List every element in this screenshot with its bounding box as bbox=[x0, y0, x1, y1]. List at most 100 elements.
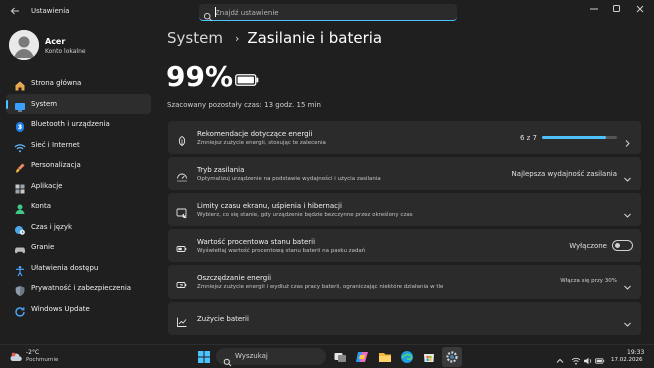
cloudy-weather-icon[interactable] bbox=[9, 349, 23, 363]
home-icon bbox=[14, 77, 26, 91]
sidebar-item-label: Granie bbox=[31, 243, 55, 251]
chevron-down-icon[interactable] bbox=[623, 169, 632, 182]
sidebar-item-label: Bluetooth i urządzenia bbox=[31, 120, 110, 128]
battery-percentage-card: Wartość procentowa stanu baterii Wyświet… bbox=[168, 229, 641, 262]
shield-icon bbox=[14, 282, 26, 296]
sidebar-item-personalization[interactable]: Personalizacja bbox=[6, 155, 151, 176]
card-subtitle: Wyświetlaj wartość procentową stanu bate… bbox=[197, 248, 366, 254]
edge-icon[interactable] bbox=[399, 349, 415, 365]
sidebar-item-label: Strona główna bbox=[31, 79, 82, 87]
app-title: Ustawienia bbox=[31, 7, 70, 15]
breadcrumb-parent[interactable]: System bbox=[167, 29, 223, 47]
minimize-icon[interactable] bbox=[583, 2, 605, 16]
sidebar-item-accounts[interactable]: Konta bbox=[6, 196, 151, 217]
sidebar-item-privacy[interactable]: Prywatność i zabezpieczenia bbox=[6, 278, 151, 299]
chart-icon bbox=[176, 313, 188, 327]
sidebar-item-label: Czas i język bbox=[31, 222, 73, 231]
recommendations-count: 6 z 7 bbox=[519, 134, 537, 142]
recommendations-progress-bar bbox=[542, 136, 617, 139]
sidebar-item-label: Windows Update bbox=[31, 304, 90, 313]
card-subtitle: Zmniejsz zużycie energii i wydłuż czas p… bbox=[197, 284, 444, 290]
battery-tray-icon[interactable] bbox=[595, 351, 605, 364]
apps-icon bbox=[14, 180, 26, 193]
search-icon bbox=[203, 7, 213, 22]
sidebar-item-bluetooth[interactable]: Bluetooth i urządzenia bbox=[6, 114, 151, 135]
clock-date[interactable]: 17.02.2026 bbox=[611, 357, 643, 363]
card-subtitle: Zmniejsz zużycie energii, stosując te za… bbox=[197, 140, 326, 146]
taskbar: -2°C Pochmurnie Wyszukaj 19:33 17.02.202… bbox=[0, 344, 654, 368]
file-explorer-icon[interactable] bbox=[377, 349, 393, 365]
battery-icon bbox=[235, 71, 259, 86]
search-input[interactable] bbox=[215, 6, 445, 19]
profile-subtitle: Konto lokalne bbox=[45, 48, 86, 55]
power-mode-card[interactable]: Tryb zasilania Optymalizuj urządzenie na… bbox=[168, 157, 641, 190]
power-settings-list: Rekomendacje dotyczące energii Zmniejsz … bbox=[168, 121, 641, 338]
sidebar-item-label: Aplikacje bbox=[31, 181, 63, 190]
copilot-icon[interactable] bbox=[354, 349, 370, 365]
sidebar-item-apps[interactable]: Aplikacje bbox=[6, 176, 151, 197]
update-icon bbox=[14, 303, 26, 317]
wifi-icon[interactable] bbox=[571, 351, 581, 365]
battery-time-estimate: Szacowany pozostały czas: 13 godz. 15 mi… bbox=[167, 101, 321, 109]
sidebar-item-gaming[interactable]: Granie bbox=[6, 237, 151, 258]
person-icon bbox=[14, 200, 26, 214]
chevron-down-icon[interactable] bbox=[623, 277, 632, 290]
battery-usage-card[interactable]: Zużycie baterii bbox=[168, 302, 641, 335]
settings-icon[interactable] bbox=[444, 349, 460, 365]
weather-description: Pochmurnie bbox=[26, 357, 59, 363]
battery-percentage-toggle[interactable] bbox=[612, 240, 633, 251]
windows-start-icon[interactable] bbox=[196, 349, 212, 365]
progress-fill bbox=[542, 136, 607, 139]
sidebar-item-home[interactable]: Strona główna bbox=[6, 73, 151, 94]
brush-icon bbox=[14, 159, 26, 173]
energy-recommendations-card[interactable]: Rekomendacje dotyczące energii Zmniejsz … bbox=[168, 121, 641, 154]
taskbar-search[interactable]: Wyszukaj bbox=[216, 348, 326, 367]
toggle-state-label: Wyłączone bbox=[569, 242, 607, 250]
power-mode-dropdown[interactable]: Najlepsza wydajność zasilania bbox=[512, 170, 617, 178]
maximize-icon[interactable] bbox=[606, 2, 628, 16]
breadcrumb-separator: › bbox=[234, 31, 240, 45]
clock-time[interactable]: 19:33 bbox=[627, 349, 644, 356]
task-view-icon[interactable] bbox=[332, 349, 348, 365]
store-icon[interactable] bbox=[421, 349, 437, 365]
card-title: Zużycie baterii bbox=[197, 315, 249, 323]
energy-saver-status: Włącza się przy 30% bbox=[560, 278, 617, 284]
close-icon[interactable] bbox=[629, 2, 651, 16]
sidebar-item-network[interactable]: Sieć i Internet bbox=[6, 135, 151, 156]
energy-saver-card[interactable]: Oszczędzanie energii Zmniejsz zużycie en… bbox=[168, 265, 641, 299]
card-title: Wartość procentowa stanu baterii bbox=[197, 238, 316, 246]
sidebar-item-label: Prywatność i zabezpieczenia bbox=[31, 284, 132, 292]
system-icon bbox=[14, 98, 26, 111]
sidebar-item-windows-update[interactable]: Windows Update bbox=[6, 299, 151, 320]
energy-saver-icon bbox=[176, 276, 188, 288]
sidebar-item-system[interactable]: System bbox=[6, 93, 151, 114]
battery-percentage: 99% bbox=[166, 60, 234, 93]
chevron-down-icon[interactable] bbox=[623, 314, 632, 327]
sidebar-item-label: Konta bbox=[31, 202, 51, 210]
screen-sleep-icon bbox=[176, 204, 188, 219]
card-title: Rekomendacje dotyczące energii bbox=[197, 130, 313, 138]
search-box[interactable] bbox=[199, 4, 457, 22]
chevron-down-icon[interactable] bbox=[623, 205, 632, 218]
power-mode-icon bbox=[176, 168, 188, 182]
chevron-right-icon bbox=[623, 133, 632, 147]
toggle-knob bbox=[615, 243, 620, 248]
avatar bbox=[9, 30, 39, 60]
sidebar-nav: Strona główna System Bluetooth i urządze… bbox=[6, 73, 151, 319]
weather-temperature: -2°C bbox=[26, 349, 40, 356]
chevron-up-icon[interactable] bbox=[555, 351, 565, 363]
bluetooth-icon bbox=[14, 118, 26, 132]
title-bar: Ustawienia bbox=[0, 0, 654, 24]
back-arrow-icon[interactable] bbox=[9, 5, 21, 17]
search-icon bbox=[223, 352, 232, 367]
screen-sleep-hibernate-card[interactable]: Limity czasu ekranu, uśpienia i hibernac… bbox=[168, 193, 641, 226]
speaker-icon[interactable] bbox=[583, 351, 593, 365]
card-title: Limity czasu ekranu, uśpienia i hibernac… bbox=[197, 202, 342, 210]
sidebar-item-time-language[interactable]: Czas i język bbox=[6, 217, 151, 238]
person-icon bbox=[9, 30, 39, 60]
profile-name: Acer bbox=[45, 37, 66, 46]
battery-percent-icon bbox=[176, 240, 188, 252]
sidebar-item-accessibility[interactable]: Ułatwienia dostępu bbox=[6, 258, 151, 279]
sidebar-item-label: Sieć i Internet bbox=[31, 140, 80, 149]
card-subtitle: Optymalizuj urządzenie na podstawie wyda… bbox=[197, 176, 381, 182]
